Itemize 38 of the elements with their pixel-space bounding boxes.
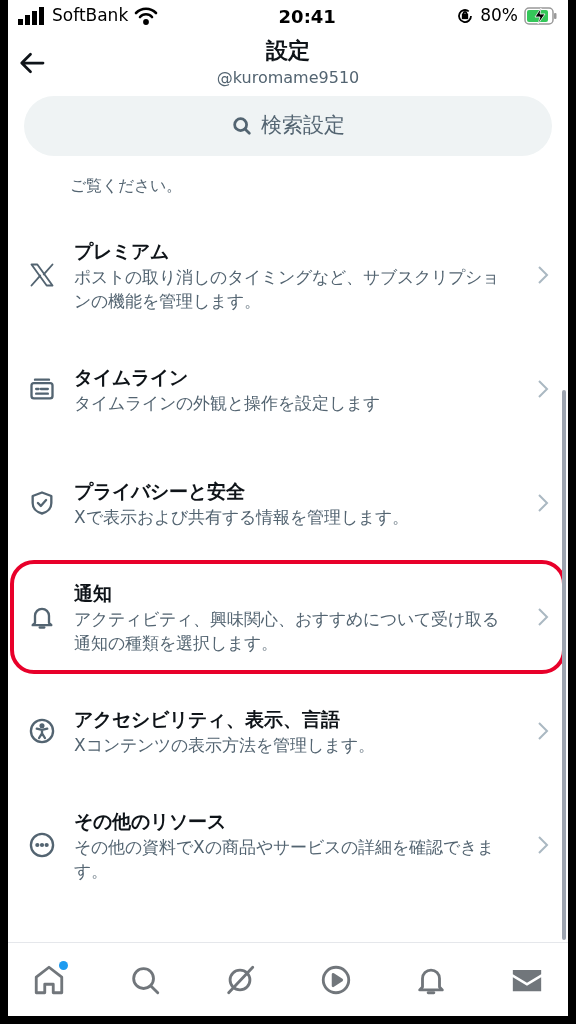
item-subtitle: Xで表示および共有する情報を管理します。 xyxy=(74,506,410,529)
clock: 20:41 xyxy=(278,4,336,29)
settings-item[interactable]: アクセシビリティ、表示、言語 Xコンテンツの表示方法を管理します。 xyxy=(10,674,566,788)
item-subtitle: アクティビティ、興味関心、おすすめについて受け取る通知の種類を選択します。 xyxy=(74,608,500,655)
wifi-icon xyxy=(134,7,159,25)
settings-item[interactable]: プレミアム ポストの取り消しのタイミングなど、サブスクリプションの機能を管理します。 xyxy=(10,218,566,332)
item-title: 通知 xyxy=(74,581,113,606)
item-title: アクセシビリティ、表示、言語 xyxy=(74,707,341,732)
rotation-lock-icon xyxy=(456,7,475,25)
signal-icon xyxy=(18,7,46,25)
search-icon xyxy=(231,115,253,137)
item-subtitle: タイムラインの外観と操作を設定します xyxy=(74,392,381,415)
item-subtitle: ポストの取り消しのタイミングなど、サブスクリプションの機能を管理します。 xyxy=(74,266,500,313)
settings-item[interactable]: プライバシーと安全 Xで表示および共有する情報を管理します。 xyxy=(10,446,566,560)
chevron-icon xyxy=(536,492,550,514)
battery-percent: 80% xyxy=(480,4,518,28)
settings-item[interactable]: その他のリソース その他の資料でXの商品やサービスの詳細を確認できます。 xyxy=(10,788,566,902)
item-title: プレミアム xyxy=(74,239,170,264)
x-logo-icon xyxy=(28,261,56,289)
item-title: その他のリソース xyxy=(74,809,227,834)
chevron-icon xyxy=(536,720,550,742)
item-title: プライバシーと安全 xyxy=(74,479,246,504)
item-subtitle: Xコンテンツの表示方法を管理します。 xyxy=(74,734,376,757)
item-subtitle: その他の資料でXの商品やサービスの詳細を確認できます。 xyxy=(74,836,495,883)
settings-item[interactable]: タイムライン タイムラインの外観と操作を設定します xyxy=(10,332,566,446)
item-title: タイムライン xyxy=(74,365,189,390)
item-subtitle: ご覧ください。 xyxy=(70,175,182,197)
carrier-name: SoftBank xyxy=(52,4,129,28)
chevron-icon xyxy=(536,834,550,856)
chevron-icon xyxy=(536,378,550,400)
account-handle: @kuromame9510 xyxy=(216,67,360,89)
accessibility-icon xyxy=(28,717,56,745)
chevron-icon xyxy=(536,264,550,286)
more-icon xyxy=(28,831,56,859)
page-title: 設定 xyxy=(266,37,310,65)
chevron-icon xyxy=(536,606,550,628)
battery-charging-icon xyxy=(524,7,558,25)
search-field[interactable]: 検索設定 xyxy=(24,96,552,156)
